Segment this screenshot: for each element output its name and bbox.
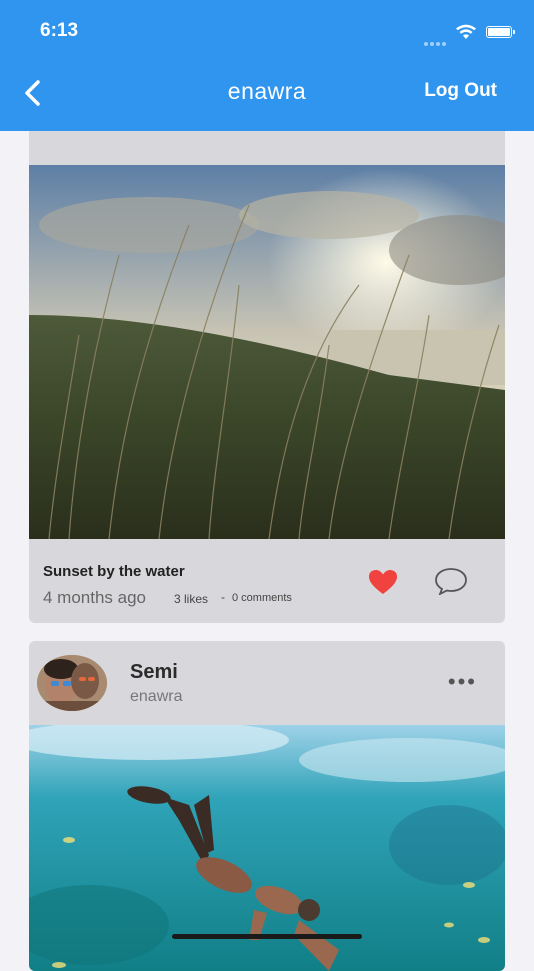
post-card: enawra xyxy=(29,60,505,623)
post-card: Semi enawra ••• xyxy=(29,641,505,971)
like-count[interactable]: 3 likes xyxy=(174,592,208,606)
meta-separator: - xyxy=(221,590,225,604)
post-caption: Sunset by the water xyxy=(43,563,185,580)
post-caption-area: Sunset by the water 4 months ago 3 likes… xyxy=(29,539,505,623)
like-button[interactable] xyxy=(368,569,398,600)
post-photo[interactable] xyxy=(29,165,505,539)
logout-button[interactable]: Log Out xyxy=(424,80,497,102)
more-dots-icon: ••• xyxy=(447,669,477,694)
heart-icon xyxy=(369,570,397,594)
avatar[interactable] xyxy=(37,655,107,711)
comment-count[interactable]: 0 comments xyxy=(232,592,292,604)
post-header: Semi enawra ••• xyxy=(29,641,505,725)
post-author-name[interactable]: Semi xyxy=(130,661,178,684)
more-options-button[interactable]: ••• xyxy=(448,671,477,693)
signal-dots-icon xyxy=(424,33,448,46)
battery-icon xyxy=(486,26,515,38)
comment-bubble-icon xyxy=(435,568,467,596)
post-username[interactable]: enawra xyxy=(130,688,182,706)
status-time: 6:13 xyxy=(40,20,79,41)
home-indicator xyxy=(172,934,362,939)
nav-bar: 6:13 enawra Log Out xyxy=(0,0,534,131)
comment-button[interactable] xyxy=(434,567,468,600)
wifi-icon xyxy=(456,24,476,39)
post-time: 4 months ago xyxy=(43,588,147,607)
